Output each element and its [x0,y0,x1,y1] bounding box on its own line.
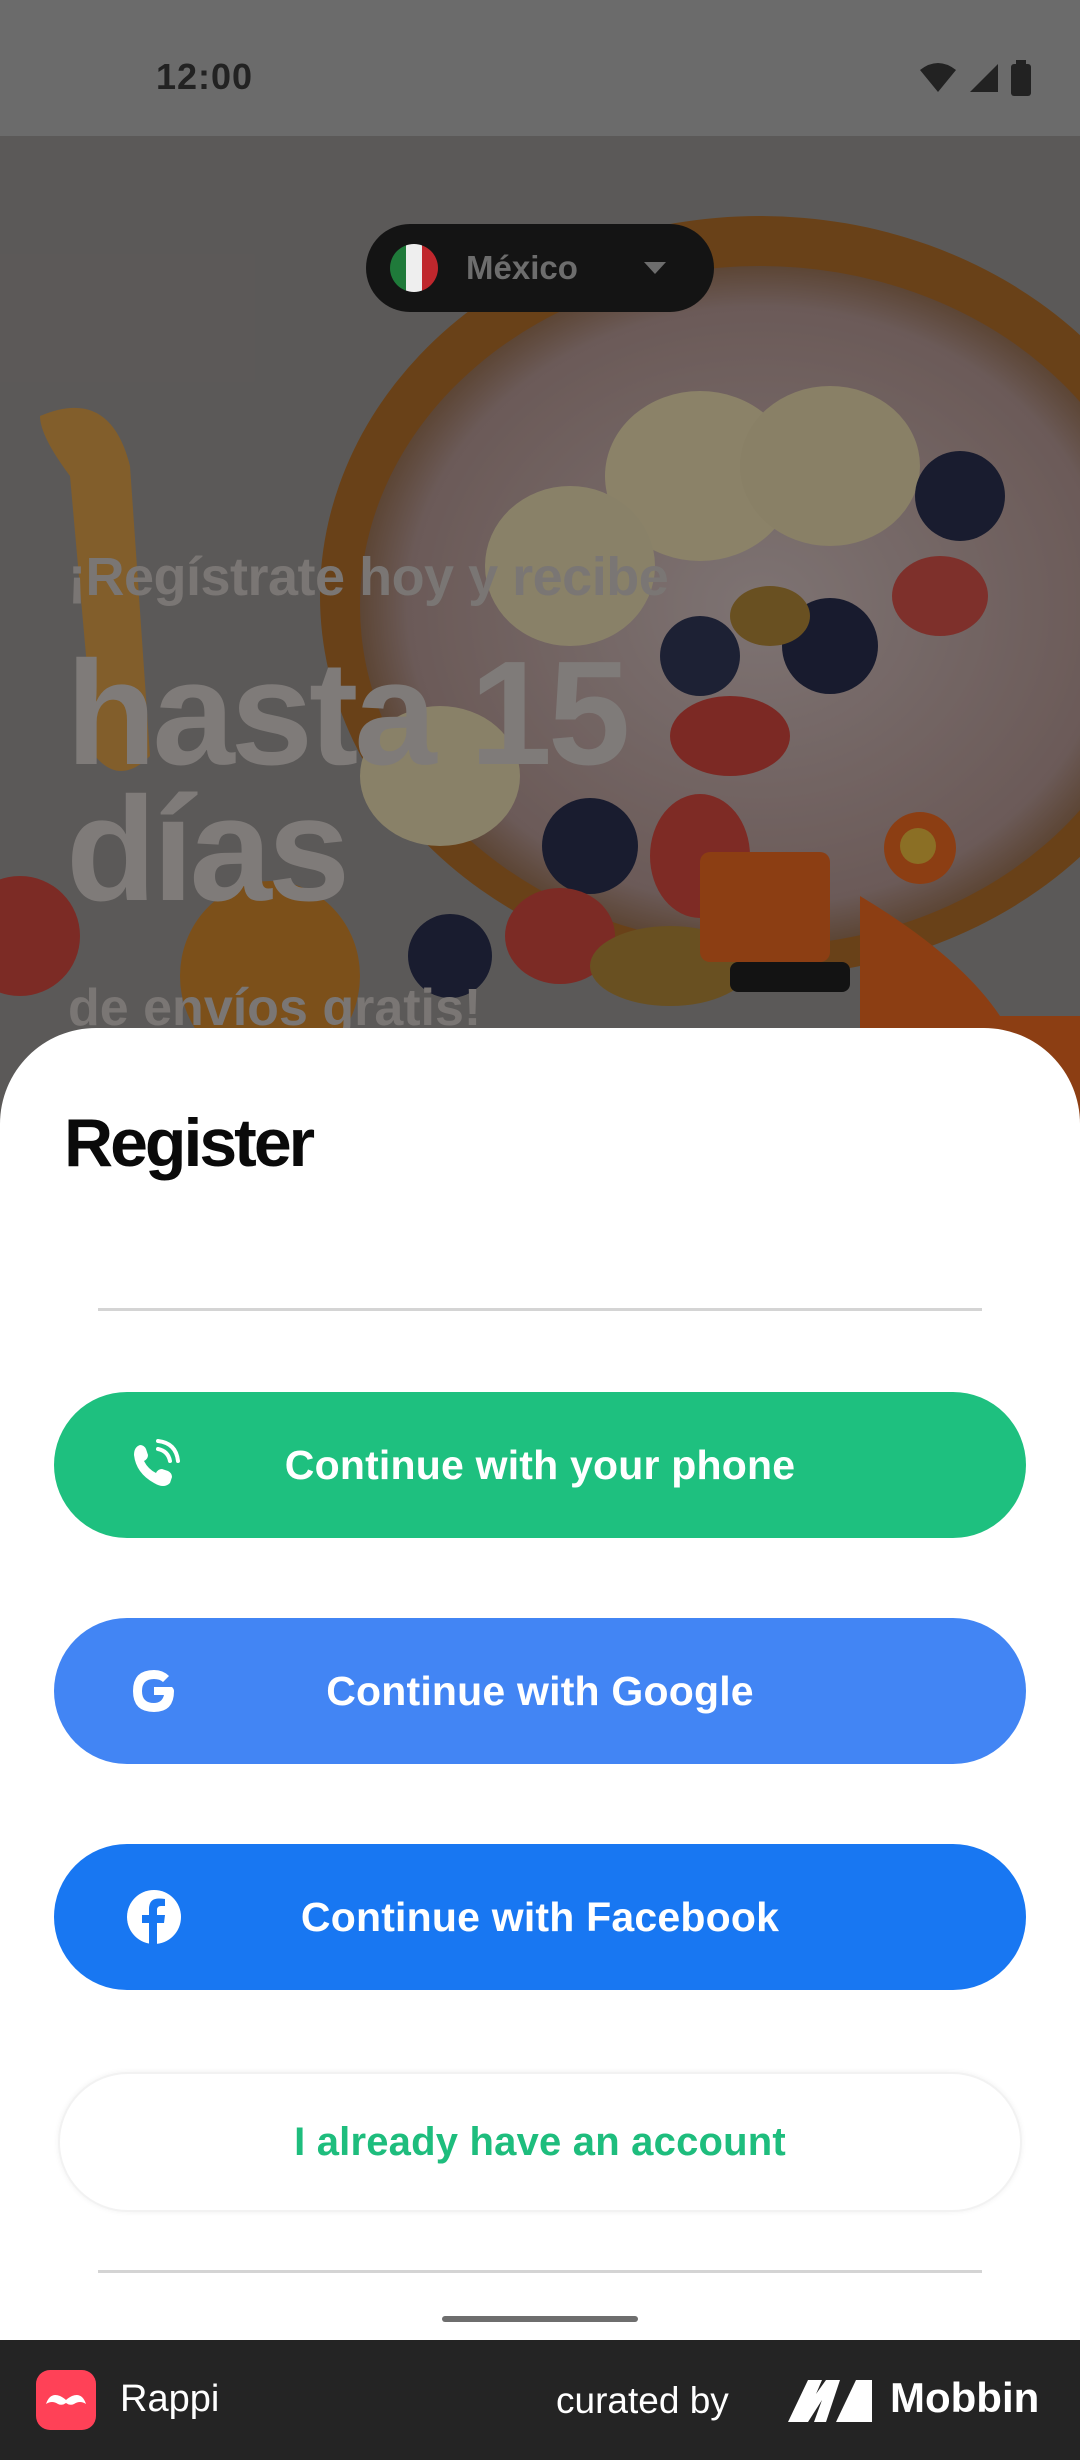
top-divider [98,1308,982,1311]
rappi-logo-icon [36,2370,96,2430]
hero-banner: México ¡Regístrate hoy y recibe hasta 15… [0,136,1080,1136]
continue-with-google-label: Continue with Google [326,1667,754,1714]
status-time: 12:00 [156,56,254,97]
phone-icon [134,1439,180,1486]
mobbin-logo-icon [788,2380,872,2422]
mobbin-brand-name: Mobbin [890,2374,1040,2421]
register-sheet: Register Continue with your phone Contin… [0,1028,1080,2340]
wifi-icon [920,63,956,92]
google-icon [133,1670,174,1712]
curated-by-label: curated by [556,2380,729,2421]
continue-with-facebook-button[interactable]: Continue with Facebook [54,1844,1026,1990]
promo-line-2: hasta 15 [66,631,630,796]
battery-icon [1011,60,1031,96]
continue-with-phone-button[interactable]: Continue with your phone [54,1392,1026,1538]
promo-headline: hasta 15 días [66,631,630,932]
facebook-icon [127,1890,181,1945]
sheet-title: Register [64,1105,315,1181]
chevron-down-icon [644,262,666,274]
continue-with-google-button[interactable]: Continue with Google [54,1618,1026,1764]
continue-with-facebook-label: Continue with Facebook [300,1893,780,1940]
country-label: México [466,249,578,286]
continue-with-phone-label: Continue with your phone [284,1441,796,1488]
status-icons [918,60,1032,96]
bottom-divider [98,2270,982,2273]
already-have-account-button[interactable]: I already have an account [58,2072,1022,2212]
already-have-account-label: I already have an account [294,2119,786,2164]
footer-bar: Rappi curated by Mobbin [0,2340,1080,2460]
home-indicator[interactable] [442,2316,638,2322]
promo-line-1: ¡Regístrate hoy y recibe [68,547,669,607]
status-bar: 12:00 [0,0,1080,136]
mustache-icon [46,2395,86,2405]
signal-icon [970,64,998,92]
app-name: Rappi [120,2378,220,2420]
promo-line-3: días [66,767,350,932]
mexico-flag-icon [390,244,438,292]
country-selector[interactable]: México [366,224,714,312]
